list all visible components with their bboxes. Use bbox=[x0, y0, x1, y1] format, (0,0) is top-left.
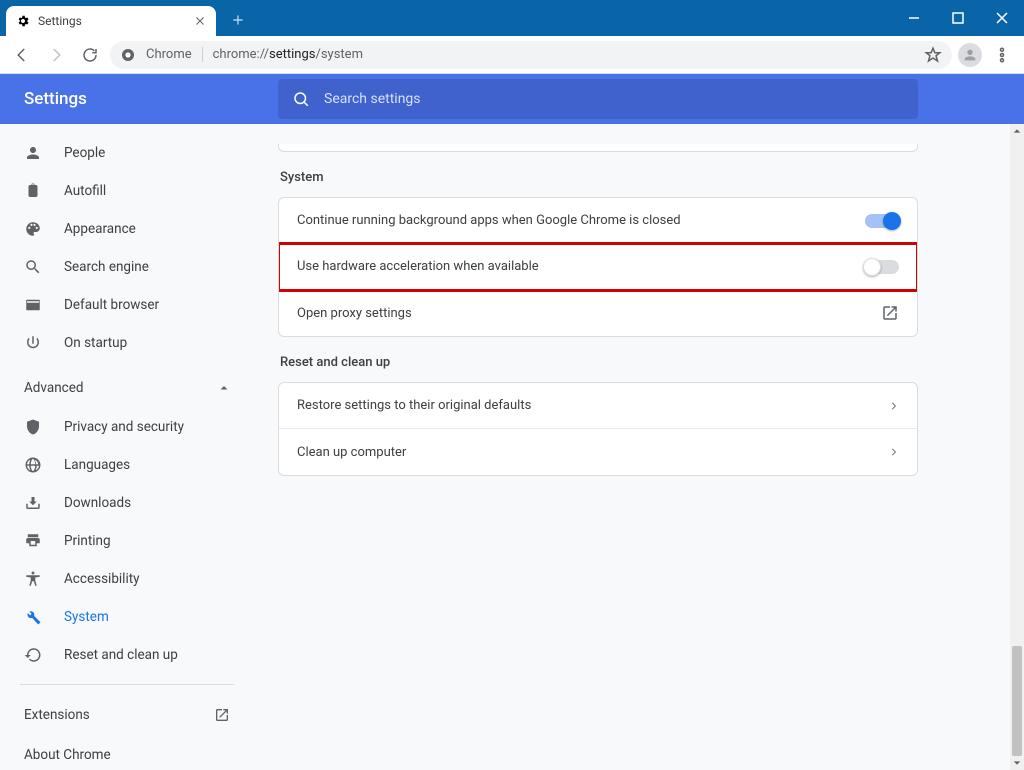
scroll-up-icon[interactable] bbox=[1010, 124, 1024, 138]
sidebar-item-label: Reset and clean up bbox=[64, 647, 178, 663]
forward-button[interactable] bbox=[42, 41, 70, 69]
setting-label: Restore settings to their original defau… bbox=[297, 398, 531, 413]
chevron-right-icon bbox=[889, 447, 899, 457]
window-controls bbox=[892, 0, 1024, 36]
person-icon bbox=[24, 144, 42, 162]
advanced-label: Advanced bbox=[24, 380, 84, 396]
chevron-up-icon bbox=[218, 382, 230, 394]
sidebar-about[interactable]: About Chrome bbox=[0, 735, 254, 770]
sidebar-item-label: Autofill bbox=[64, 183, 106, 199]
browser-toolbar: Chrome chrome://settings/system bbox=[0, 36, 1024, 74]
sidebar-item-default-browser[interactable]: Default browser bbox=[0, 286, 254, 324]
sidebar-item-label: People bbox=[64, 145, 105, 161]
new-tab-button[interactable] bbox=[224, 6, 252, 34]
sidebar-item-on-startup[interactable]: On startup bbox=[0, 324, 254, 362]
menu-button[interactable] bbox=[988, 41, 1016, 69]
bookmark-icon[interactable] bbox=[924, 46, 942, 64]
system-card: Continue running background apps when Go… bbox=[278, 197, 918, 337]
reset-card: Restore settings to their original defau… bbox=[278, 382, 918, 476]
page-title: Settings bbox=[24, 89, 278, 109]
sidebar-item-label: Appearance bbox=[64, 221, 136, 237]
sidebar-item-privacy-and-security[interactable]: Privacy and security bbox=[0, 408, 254, 446]
launch-icon bbox=[881, 304, 899, 322]
setting-label: Continue running background apps when Go… bbox=[297, 213, 681, 228]
profile-avatar[interactable] bbox=[958, 43, 982, 67]
sidebar-item-printing[interactable]: Printing bbox=[0, 522, 254, 560]
setting-row[interactable]: Use hardware acceleration when available bbox=[279, 244, 917, 290]
sidebar-item-appearance[interactable]: Appearance bbox=[0, 210, 254, 248]
sidebar-item-label: Accessibility bbox=[64, 571, 140, 587]
shield-icon bbox=[24, 418, 42, 436]
sidebar: People Autofill Appearance Search engine Def… bbox=[0, 124, 254, 770]
setting-row[interactable]: Continue running background apps when Go… bbox=[279, 198, 917, 244]
setting-label: Clean up computer bbox=[297, 445, 406, 460]
sidebar-extensions[interactable]: Extensions bbox=[0, 695, 254, 735]
sidebar-item-reset-and-clean-up[interactable]: Reset and clean up bbox=[0, 636, 254, 674]
tab-title: Settings bbox=[38, 14, 186, 28]
browser-icon bbox=[24, 296, 42, 314]
toggle-switch[interactable] bbox=[865, 260, 899, 274]
minimize-button[interactable] bbox=[892, 0, 936, 36]
launch-icon bbox=[214, 707, 230, 723]
reload-button[interactable] bbox=[76, 41, 104, 69]
gear-icon bbox=[16, 14, 30, 28]
sidebar-item-label: Search engine bbox=[64, 259, 149, 275]
settings-header: Settings bbox=[0, 74, 1024, 124]
setting-label: Use hardware acceleration when available bbox=[297, 259, 539, 274]
scroll-thumb[interactable] bbox=[1012, 646, 1022, 756]
content-area: System Continue running background apps … bbox=[254, 124, 1024, 770]
sidebar-item-label: Default browser bbox=[64, 297, 159, 313]
sidebar-item-search-engine[interactable]: Search engine bbox=[0, 248, 254, 286]
clipboard-icon bbox=[24, 182, 42, 200]
setting-row[interactable]: Clean up computer bbox=[279, 429, 917, 475]
sidebar-item-languages[interactable]: Languages bbox=[0, 446, 254, 484]
sidebar-item-label: Languages bbox=[64, 457, 130, 473]
browser-tab[interactable]: Settings bbox=[6, 6, 216, 36]
close-window-button[interactable] bbox=[980, 0, 1024, 36]
prev-card-fragment bbox=[278, 144, 918, 152]
sidebar-item-autofill[interactable]: Autofill bbox=[0, 172, 254, 210]
power-icon bbox=[24, 334, 42, 352]
sidebar-item-label: Privacy and security bbox=[64, 419, 184, 435]
close-icon[interactable] bbox=[194, 15, 206, 27]
a11y-icon bbox=[24, 570, 42, 588]
url-text: chrome://settings/system bbox=[213, 47, 363, 62]
search-input[interactable] bbox=[324, 91, 904, 107]
section-title-system: System bbox=[280, 170, 1024, 185]
sidebar-item-label: Printing bbox=[64, 533, 111, 549]
advanced-toggle[interactable]: Advanced bbox=[0, 368, 254, 408]
toggle-switch[interactable] bbox=[865, 214, 899, 228]
sidebar-item-people[interactable]: People bbox=[0, 134, 254, 172]
chrome-icon bbox=[120, 47, 136, 63]
download-icon bbox=[24, 494, 42, 512]
print-icon bbox=[24, 532, 42, 550]
search-icon bbox=[292, 90, 310, 108]
restore-icon bbox=[24, 646, 42, 664]
setting-row[interactable]: Open proxy settings bbox=[279, 290, 917, 336]
sidebar-item-accessibility[interactable]: Accessibility bbox=[0, 560, 254, 598]
sidebar-item-system[interactable]: System bbox=[0, 598, 254, 636]
address-bar[interactable]: Chrome chrome://settings/system bbox=[110, 41, 952, 69]
maximize-button[interactable] bbox=[936, 0, 980, 36]
chevron-right-icon bbox=[889, 401, 899, 411]
scrollbar[interactable] bbox=[1010, 124, 1024, 770]
search-icon bbox=[24, 258, 42, 276]
setting-row[interactable]: Restore settings to their original defau… bbox=[279, 383, 917, 429]
setting-label: Open proxy settings bbox=[297, 306, 412, 321]
window-titlebar: Settings bbox=[0, 0, 1024, 36]
sidebar-item-label: On startup bbox=[64, 335, 127, 351]
back-button[interactable] bbox=[8, 41, 36, 69]
palette-icon bbox=[24, 220, 42, 238]
sidebar-item-downloads[interactable]: Downloads bbox=[0, 484, 254, 522]
globe-icon bbox=[24, 456, 42, 474]
sidebar-item-label: System bbox=[64, 609, 109, 625]
divider bbox=[20, 684, 234, 685]
plus-icon bbox=[231, 13, 245, 27]
search-settings[interactable] bbox=[278, 79, 918, 119]
sidebar-item-label: Downloads bbox=[64, 495, 131, 511]
section-title-reset: Reset and clean up bbox=[280, 355, 1024, 370]
url-chip: Chrome bbox=[146, 47, 203, 62]
scroll-down-icon[interactable] bbox=[1010, 756, 1024, 770]
wrench-icon bbox=[24, 608, 42, 626]
